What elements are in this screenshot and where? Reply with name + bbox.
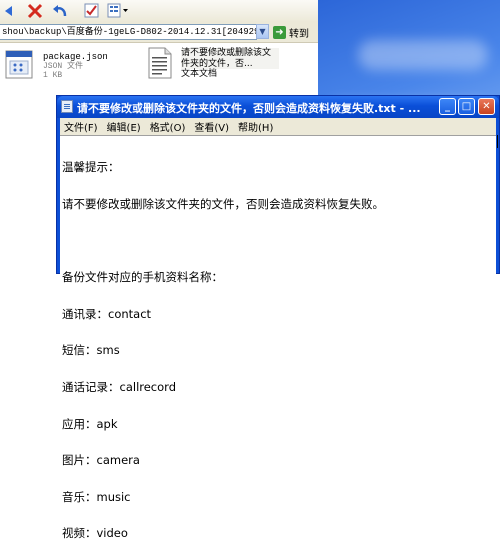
file-type: JSON 文件 bbox=[43, 62, 84, 71]
text-line bbox=[62, 235, 384, 247]
close-button[interactable]: ✕ bbox=[478, 98, 495, 115]
file-size: 1 KB bbox=[43, 71, 63, 80]
text-line: 视频：video bbox=[62, 526, 128, 541]
json-file-icon bbox=[5, 50, 33, 79]
text-line: 温馨提示： bbox=[62, 160, 120, 175]
menu-file[interactable]: 文件(F) bbox=[64, 119, 98, 134]
notepad-window: 请不要修改或删除该文件夹的文件，否则会造成资料恢复失败.txt - ... _ … bbox=[56, 95, 500, 540]
text-line: 图片：camera bbox=[62, 453, 140, 468]
cloud bbox=[358, 40, 488, 70]
text-editor-area[interactable]: 温馨提示： 请不要修改或删除该文件夹的文件，否则会造成资料恢复失败。 备份文件对… bbox=[60, 135, 496, 540]
text-line: 短信：sms bbox=[62, 343, 120, 358]
go-label: 转到 bbox=[289, 28, 309, 40]
views-icon[interactable] bbox=[106, 2, 130, 19]
menu-bar: 文件(F) 编辑(E) 格式(O) 查看(V) 帮助(H) bbox=[60, 118, 496, 135]
file-name: package.json bbox=[43, 52, 108, 62]
maximize-button[interactable]: □ bbox=[458, 98, 475, 115]
notepad-icon bbox=[61, 100, 73, 113]
delete-icon[interactable] bbox=[26, 2, 44, 19]
address-bar: shou\backup\百度备份-1geLG-D802-2014.12.31[2… bbox=[0, 22, 318, 43]
back-arrow-icon[interactable] bbox=[2, 2, 14, 19]
text-line: 通话记录：callrecord bbox=[62, 380, 176, 395]
document-text: 温馨提示： 请不要修改或删除该文件夹的文件，否则会造成资料恢复失败。 备份文件对… bbox=[62, 137, 384, 548]
properties-icon[interactable] bbox=[82, 2, 100, 19]
address-dropdown-button[interactable]: ▼ bbox=[256, 24, 269, 39]
menu-edit[interactable]: 编辑(E) bbox=[107, 119, 141, 134]
text-cursor bbox=[497, 135, 498, 148]
address-input[interactable]: shou\backup\百度备份-1geLG-D802-2014.12.31[2… bbox=[0, 24, 257, 40]
menu-help[interactable]: 帮助(H) bbox=[238, 119, 273, 134]
notepad-titlebar[interactable]: 请不要修改或删除该文件夹的文件，否则会造成资料恢复失败.txt - ... _ … bbox=[57, 96, 499, 118]
text-line: 应用：apk bbox=[62, 416, 118, 431]
text-line: 音乐：music bbox=[62, 489, 131, 504]
window-title: 请不要修改或删除该文件夹的文件，否则会造成资料恢复失败.txt - ... bbox=[77, 102, 421, 115]
explorer-toolbar bbox=[0, 0, 318, 23]
menu-view[interactable]: 查看(V) bbox=[194, 119, 229, 134]
go-button[interactable]: ➜ 转到 bbox=[273, 25, 309, 40]
menu-format[interactable]: 格式(O) bbox=[150, 119, 186, 134]
text-file-icon bbox=[148, 47, 172, 79]
text-line: 通讯录：contact bbox=[62, 306, 152, 321]
file-type: 文本文档 bbox=[181, 69, 218, 79]
text-line: 请不要修改或删除该文件夹的文件，否则会造成资料恢复失败。 bbox=[62, 197, 384, 212]
minimize-button[interactable]: _ bbox=[439, 98, 456, 115]
undo-icon[interactable] bbox=[51, 2, 69, 19]
file-name: 请不要修改或删除该文件夹的文件，否... bbox=[181, 48, 279, 69]
text-line: 备份文件对应的手机资料名称： bbox=[62, 270, 223, 285]
go-arrow-icon: ➜ bbox=[273, 25, 286, 39]
